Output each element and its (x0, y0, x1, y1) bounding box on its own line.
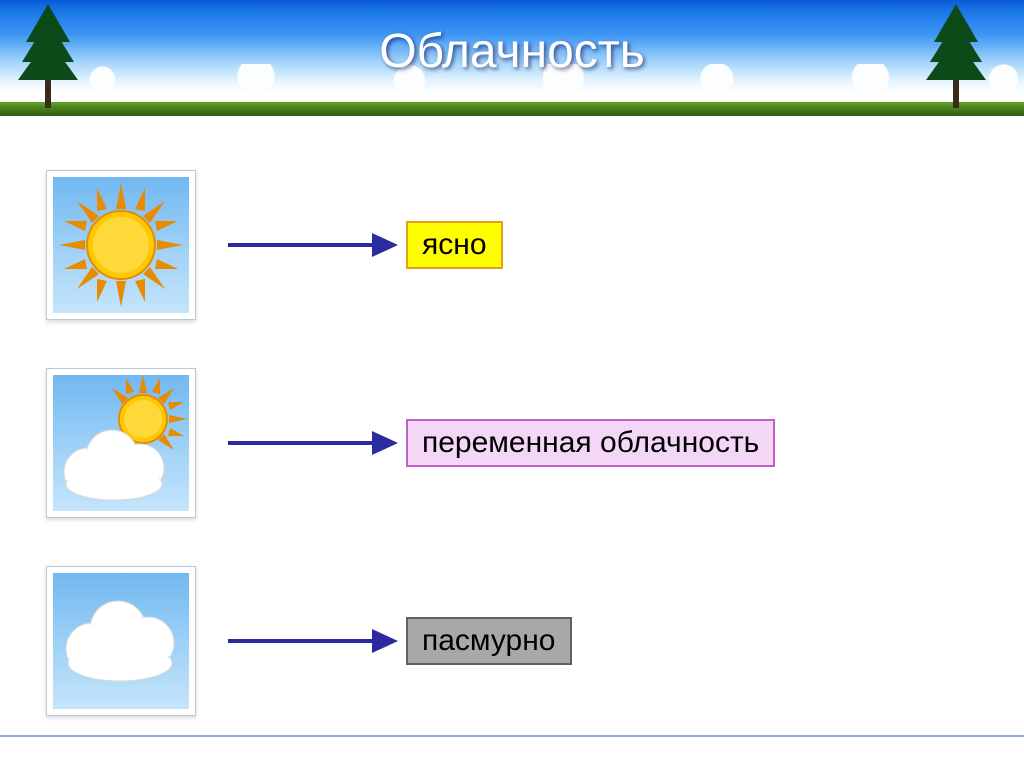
sun-icon (46, 170, 196, 320)
overcast-icon (46, 566, 196, 716)
label-clear: ясно (406, 221, 503, 269)
row-clear: ясно (46, 170, 503, 320)
label-partly-cloudy: переменная облачность (406, 419, 775, 467)
header-sky: Облачность (0, 0, 1024, 116)
ground-strip (0, 102, 1024, 116)
slide: Облачность (0, 0, 1024, 767)
partly-cloudy-icon (46, 368, 196, 518)
footer-rule (0, 735, 1024, 737)
slide-title: Облачность (0, 24, 1024, 79)
arrow-icon (228, 438, 398, 448)
arrow-icon (228, 636, 398, 646)
row-partly-cloudy: переменная облачность (46, 368, 775, 518)
row-overcast: пасмурно (46, 566, 572, 716)
arrow-icon (228, 240, 398, 250)
label-overcast: пасмурно (406, 617, 572, 665)
